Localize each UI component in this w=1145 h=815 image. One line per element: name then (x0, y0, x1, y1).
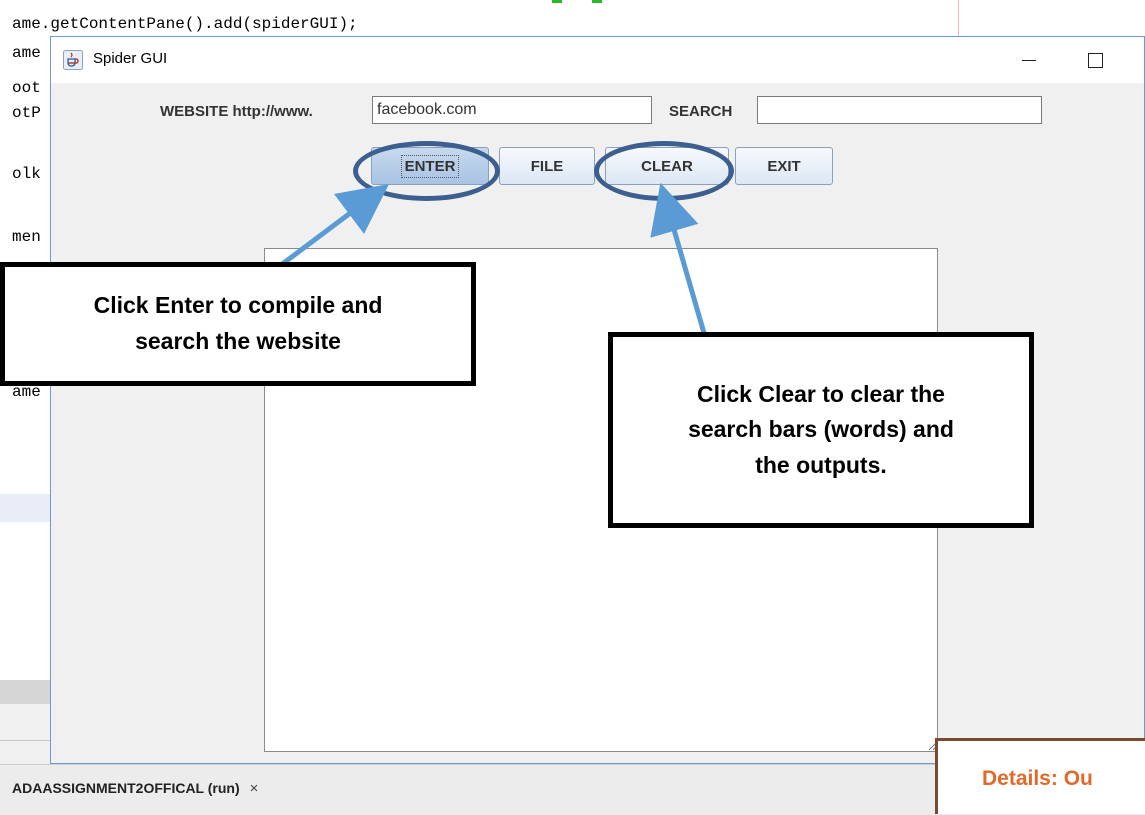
details-callout: Details: Ou (935, 738, 1145, 814)
clear-arrow (650, 182, 707, 334)
enter-callout-line: Click Enter to compile and (93, 292, 383, 319)
enter-arrow (275, 184, 389, 270)
clear-callout-line: Click Clear to clear the (696, 380, 945, 407)
clear-callout-line: the outputs. (755, 451, 887, 478)
clear-callout: Click Clear to clear the search bars (wo… (608, 332, 1034, 528)
clear-callout-line: search bars (words) and (688, 416, 954, 443)
enter-callout: Click Enter to compile and search the we… (0, 262, 476, 386)
enter-callout-line: search the website (135, 328, 341, 354)
